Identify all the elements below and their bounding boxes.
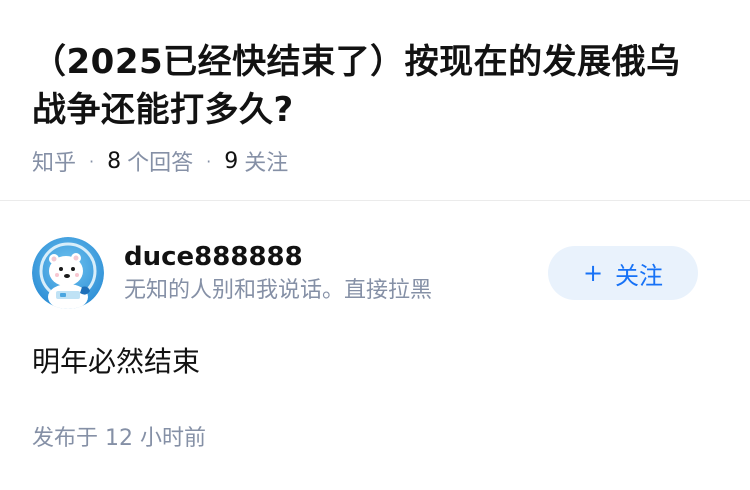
question-meta: 知乎 · 8 个回答 · 9 关注 [32,145,712,177]
answer-count-label[interactable]: 个回答 [127,145,193,177]
section-divider [0,200,750,201]
answer-count: 8 [107,148,122,174]
follow-button[interactable]: + 关注 [548,246,698,300]
question-header: （2025已经快结束了）按现在的发展俄乌战争还能打多久? 知乎 · 8 个回答 … [32,38,712,176]
answer-content[interactable]: 明年必然结束 [32,342,718,382]
avatar[interactable] [32,237,104,309]
answer-card: duce888888 无知的人别和我说话。直接拉黑 + 关注 明年必然结束 发布… [32,236,718,454]
author-info: duce888888 无知的人别和我说话。直接拉黑 [124,239,432,307]
follow-button-label: 关注 [615,261,664,290]
author-row: duce888888 无知的人别和我说话。直接拉黑 + 关注 [32,236,718,310]
follower-count: 9 [224,148,239,174]
meta-separator: · [89,151,95,171]
source-label[interactable]: 知乎 [32,145,76,177]
meta-separator: · [206,151,212,171]
answer-timestamp: 发布于 12 小时前 [32,426,206,451]
plus-icon: + [582,259,604,287]
polar-bear-astronaut-icon [32,237,104,309]
question-title[interactable]: （2025已经快结束了）按现在的发展俄乌战争还能打多久? [32,38,712,134]
follower-count-label[interactable]: 关注 [244,145,288,177]
author-name[interactable]: duce888888 [124,239,432,275]
author-bio: 无知的人别和我说话。直接拉黑 [124,278,433,303]
